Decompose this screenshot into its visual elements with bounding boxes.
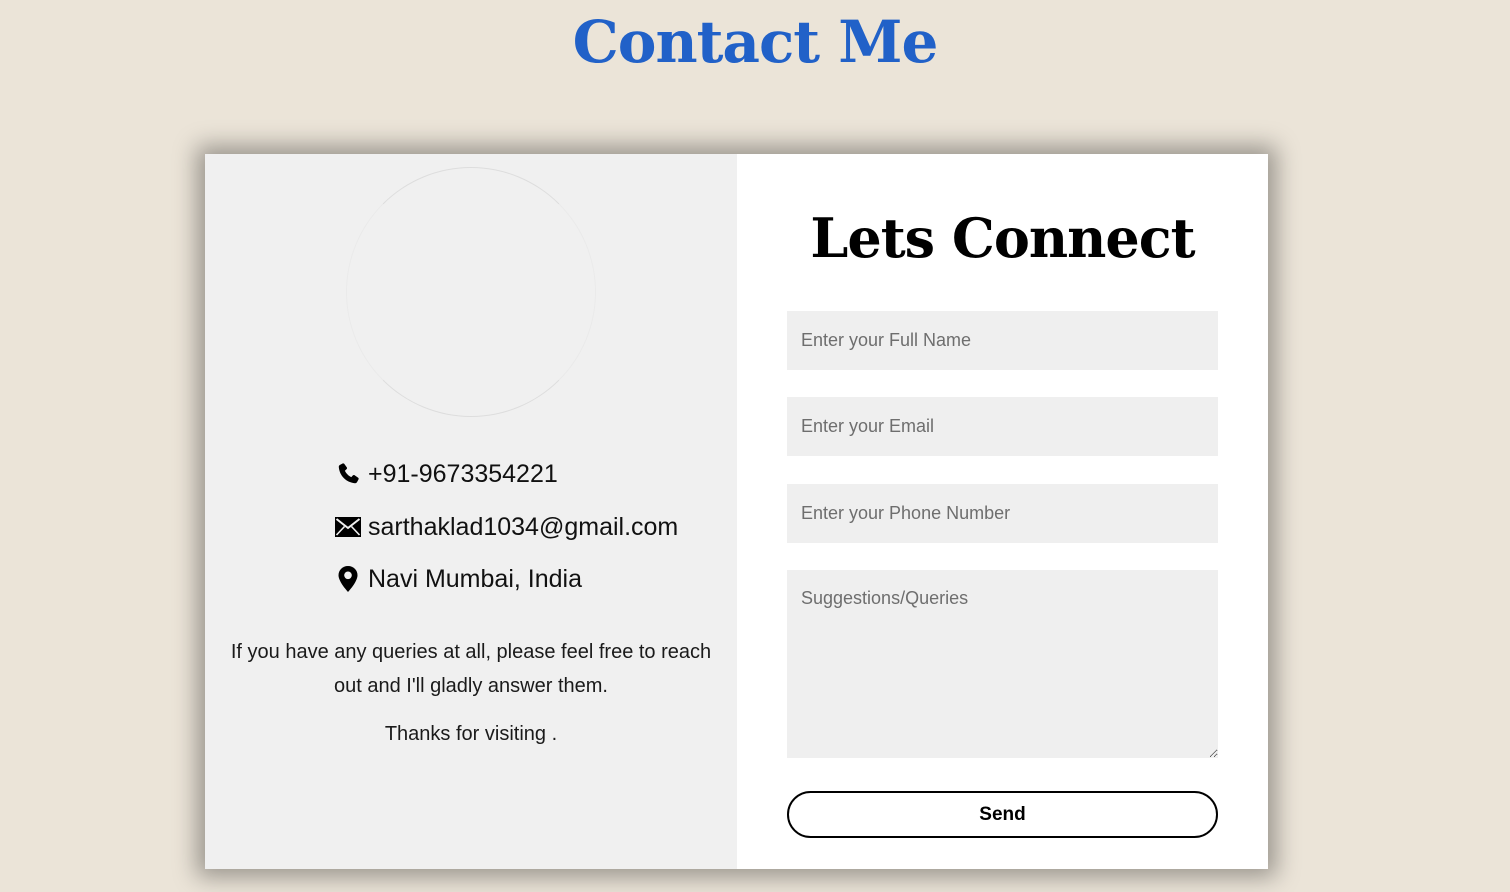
- phone-icon: [335, 461, 361, 487]
- send-button[interactable]: Send: [787, 791, 1218, 838]
- location-row: Navi Mumbai, India: [335, 562, 582, 596]
- form-title: Lets Connect: [810, 206, 1195, 270]
- full-name-input[interactable]: [787, 311, 1218, 370]
- email-input[interactable]: [787, 397, 1218, 456]
- contact-card: +91-9673354221 sarthaklad1034@gmail.com …: [205, 154, 1268, 869]
- profile-avatar: [346, 167, 596, 417]
- phone-row: +91-9673354221: [335, 457, 558, 491]
- queries-textarea[interactable]: [787, 570, 1218, 758]
- envelope-icon: [335, 514, 361, 540]
- contact-info-panel: +91-9673354221 sarthaklad1034@gmail.com …: [205, 154, 737, 869]
- contact-form-panel: Lets Connect Send: [737, 154, 1268, 869]
- map-pin-icon: [335, 566, 361, 592]
- phone-input[interactable]: [787, 484, 1218, 543]
- thanks-message: Thanks for visiting .: [384, 723, 558, 745]
- email-row: sarthaklad1034@gmail.com: [335, 510, 678, 544]
- phone-number: +91-9673354221: [368, 459, 558, 488]
- contact-message: If you have any queries at all, please f…: [230, 641, 712, 697]
- email-address: sarthaklad1034@gmail.com: [368, 512, 679, 541]
- location-text: Navi Mumbai, India: [368, 564, 582, 593]
- page-title: Contact Me: [572, 8, 939, 76]
